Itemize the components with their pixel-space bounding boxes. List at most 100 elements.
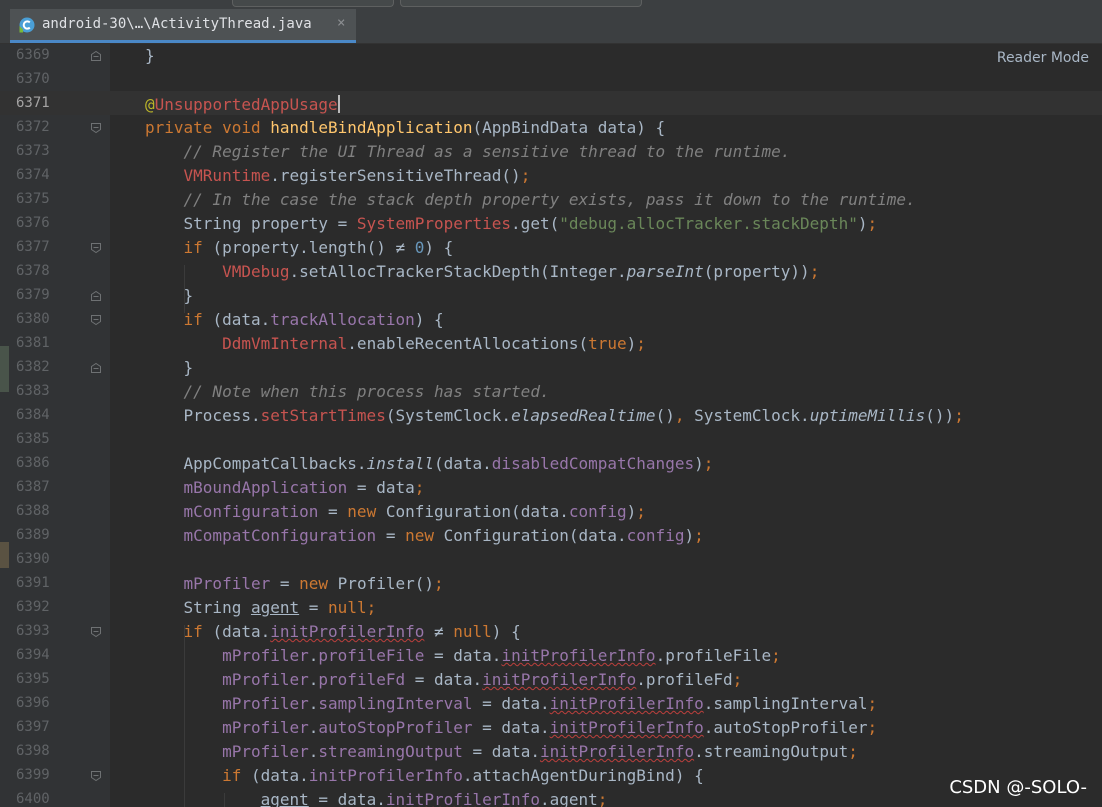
code-line[interactable]: 6373 // Register the UI Thread as a sens… bbox=[0, 140, 1102, 164]
code-text[interactable]: } bbox=[145, 359, 194, 377]
code-token: = data. bbox=[424, 646, 502, 665]
code-text[interactable]: VMRuntime.registerSensitiveThread(); bbox=[145, 166, 531, 185]
code-line[interactable]: 6397 mProfiler.autoStopProfiler = data.i… bbox=[0, 716, 1102, 740]
code-line[interactable]: 6376 String property = SystemProperties.… bbox=[0, 212, 1102, 236]
code-line[interactable]: 6390 bbox=[0, 548, 1102, 572]
code-token: Process. bbox=[145, 406, 261, 425]
code-text[interactable]: mProfiler.profileFd = data.initProfilerI… bbox=[145, 671, 742, 689]
toolbar-button-right[interactable] bbox=[400, 0, 642, 7]
code-line[interactable]: 6375 // In the case the stack depth prop… bbox=[0, 188, 1102, 212]
code-text[interactable]: // In the case the stack depth property … bbox=[145, 191, 916, 209]
code-line[interactable]: 6394 mProfiler.profileFile = data.initPr… bbox=[0, 644, 1102, 668]
code-text[interactable]: String property = SystemProperties.get("… bbox=[145, 214, 878, 233]
code-line[interactable]: 6396 mProfiler.samplingInterval = data.i… bbox=[0, 692, 1102, 716]
line-number: 6395 bbox=[16, 671, 50, 687]
watermark: CSDN @-SOLO- bbox=[949, 777, 1087, 798]
code-token: . bbox=[308, 670, 319, 689]
code-text[interactable]: mProfiler = new Profiler(); bbox=[145, 575, 444, 593]
line-number: 6397 bbox=[16, 719, 50, 735]
code-text[interactable]: } bbox=[145, 47, 155, 65]
code-token: mProfiler bbox=[183, 574, 271, 593]
code-token: .streamingOutput bbox=[694, 742, 849, 761]
code-line[interactable]: 6389 mCompatConfiguration = new Configur… bbox=[0, 524, 1102, 548]
code-text[interactable]: @UnsupportedAppUsage bbox=[145, 95, 340, 114]
code-line[interactable]: 6378 VMDebug.setAllocTrackerStackDepth(I… bbox=[0, 260, 1102, 284]
code-text[interactable]: mProfiler.streamingOutput = data.initPro… bbox=[145, 743, 858, 761]
code-text[interactable]: mProfiler.autoStopProfiler = data.initPr… bbox=[145, 719, 877, 737]
fold-collapse-icon[interactable] bbox=[90, 122, 102, 134]
code-text[interactable]: Process.setStartTimes(SystemClock.elapse… bbox=[145, 407, 964, 425]
code-line[interactable]: 6369} bbox=[0, 44, 1102, 68]
code-text[interactable]: VMDebug.setAllocTrackerStackDepth(Intege… bbox=[145, 263, 819, 281]
code-token: initProfilerInfo bbox=[308, 766, 463, 785]
toolbar-button-left[interactable] bbox=[232, 0, 394, 7]
code-token: (property.length() ≠ bbox=[212, 238, 415, 257]
fold-collapse-icon[interactable] bbox=[90, 314, 102, 326]
code-text[interactable]: mProfiler.profileFile = data.initProfile… bbox=[145, 647, 781, 665]
code-line[interactable]: 6379 } bbox=[0, 284, 1102, 308]
code-line[interactable]: 6382 } bbox=[0, 356, 1102, 380]
code-line[interactable]: 6400 agent = data.initProfilerInfo.agent… bbox=[0, 788, 1102, 807]
code-text[interactable]: private void handleBindApplication(AppBi… bbox=[145, 119, 665, 137]
code-line[interactable]: 6399 if (data.initProfilerInfo.attachAge… bbox=[0, 764, 1102, 788]
code-text[interactable]: AppCompatCallbacks.install(data.disabled… bbox=[145, 454, 714, 473]
code-text[interactable]: String agent = null; bbox=[145, 599, 377, 617]
code-editor[interactable]: Reader Mode 6369} 6370 6371 @UnsupportedApp… bbox=[0, 44, 1102, 807]
code-text[interactable]: mBoundApplication = data; bbox=[145, 479, 425, 497]
code-line[interactable]: 6383 // Note when this process has start… bbox=[0, 380, 1102, 404]
code-token: ; bbox=[867, 214, 878, 233]
fold-collapse-icon[interactable] bbox=[90, 770, 102, 782]
code-line[interactable]: 6392 String agent = null; bbox=[0, 596, 1102, 620]
fold-collapse-icon[interactable] bbox=[90, 242, 102, 254]
fold-end-icon[interactable] bbox=[90, 362, 102, 374]
code-token: // Register the UI Thread as a sensitive… bbox=[183, 142, 791, 161]
code-line[interactable]: 6398 mProfiler.streamingOutput = data.in… bbox=[0, 740, 1102, 764]
code-text[interactable]: } bbox=[145, 287, 194, 305]
code-text[interactable]: mConfiguration = new Configuration(data.… bbox=[145, 503, 646, 521]
code-line[interactable]: 6372 private void handleBindApplication(A… bbox=[0, 116, 1102, 140]
code-line[interactable]: 6387 mBoundApplication = data; bbox=[0, 476, 1102, 500]
code-line[interactable]: 6393 if (data.initProfilerInfo ≠ null) { bbox=[0, 620, 1102, 644]
code-text[interactable]: // Register the UI Thread as a sensitive… bbox=[145, 142, 791, 161]
code-text[interactable]: agent = data.initProfilerInfo.agent; bbox=[145, 791, 608, 807]
code-line[interactable]: 6388 mConfiguration = new Configuration(… bbox=[0, 500, 1102, 524]
code-token: VMDebug bbox=[222, 262, 290, 281]
code-line[interactable]: 6385 bbox=[0, 428, 1102, 452]
code-line[interactable]: 6381 DdmVmInternal.enableRecentAllocatio… bbox=[0, 332, 1102, 356]
code-text[interactable]: if (property.length() ≠ 0) { bbox=[145, 238, 454, 257]
code-token: ; bbox=[434, 574, 444, 593]
code-text[interactable]: mCompatConfiguration = new Configuration… bbox=[145, 527, 704, 545]
code-text[interactable]: if (data.trackAllocation) { bbox=[145, 311, 444, 329]
code-line[interactable]: 6371 @UnsupportedAppUsage bbox=[0, 92, 1102, 116]
code-token: elapsedRealtime bbox=[511, 406, 656, 425]
line-number: 6381 bbox=[16, 335, 50, 351]
code-line[interactable]: 6377 if (property.length() ≠ 0) { bbox=[0, 236, 1102, 260]
line-number: 6375 bbox=[16, 191, 50, 207]
code-line[interactable]: 6386 AppCompatCallbacks.install(data.dis… bbox=[0, 452, 1102, 476]
code-line[interactable]: 6374 VMRuntime.registerSensitiveThread()… bbox=[0, 164, 1102, 188]
code-text[interactable]: DdmVmInternal.enableRecentAllocations(tr… bbox=[145, 335, 646, 353]
code-line[interactable]: 6391 mProfiler = new Profiler(); bbox=[0, 572, 1102, 596]
code-token: @ bbox=[145, 95, 155, 114]
close-icon[interactable]: × bbox=[337, 15, 345, 31]
code-token: .registerSensitiveThread() bbox=[270, 166, 521, 185]
code-line[interactable]: 6384 Process.setStartTimes(SystemClock.e… bbox=[0, 404, 1102, 428]
code-line[interactable]: 6380 if (data.trackAllocation) { bbox=[0, 308, 1102, 332]
fold-collapse-icon[interactable] bbox=[90, 626, 102, 638]
tab-activitythread-java[interactable]: android-30\…\ActivityThread.java × bbox=[10, 9, 356, 43]
code-token: (data. bbox=[434, 454, 492, 473]
code-token: initProfilerInfo bbox=[482, 670, 637, 689]
code-text[interactable]: // Note when this process has started. bbox=[145, 383, 550, 401]
code-token: (AppBindData data) { bbox=[472, 118, 666, 137]
code-token: initProfilerInfo bbox=[270, 622, 425, 641]
fold-end-icon[interactable] bbox=[90, 290, 102, 302]
line-number: 6370 bbox=[16, 71, 50, 87]
code-text[interactable]: if (data.initProfilerInfo.attachAgentDur… bbox=[145, 767, 704, 785]
code-text[interactable]: mProfiler.samplingInterval = data.initPr… bbox=[145, 695, 877, 713]
fold-end-icon[interactable] bbox=[90, 50, 102, 62]
code-line[interactable]: 6370 bbox=[0, 68, 1102, 92]
code-text[interactable]: if (data.initProfilerInfo ≠ null) { bbox=[145, 623, 521, 641]
code-token: . bbox=[308, 742, 319, 761]
line-number: 6400 bbox=[16, 791, 50, 807]
code-line[interactable]: 6395 mProfiler.profileFd = data.initProf… bbox=[0, 668, 1102, 692]
